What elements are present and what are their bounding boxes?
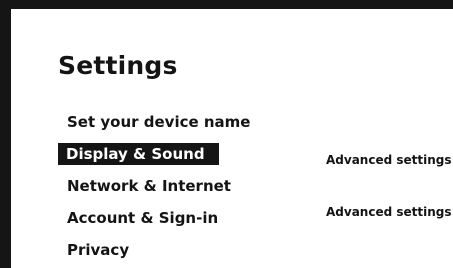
menu-item-display-sound[interactable]: Display & Sound [58, 143, 219, 165]
menu-item-network-internet[interactable]: Network & Internet [67, 175, 231, 197]
page-title: Settings [58, 51, 178, 80]
menu-item-device-name[interactable]: Set your device name [67, 111, 250, 133]
menu-item-account-sign-in[interactable]: Account & Sign-in [67, 207, 218, 229]
advanced-settings-link-display[interactable]: Advanced settings [326, 149, 452, 171]
settings-screen: Settings Set your device name Display & … [0, 0, 453, 268]
menu-item-privacy[interactable]: Privacy [67, 239, 129, 261]
advanced-settings-link-account[interactable]: Advanced settings [326, 201, 452, 223]
